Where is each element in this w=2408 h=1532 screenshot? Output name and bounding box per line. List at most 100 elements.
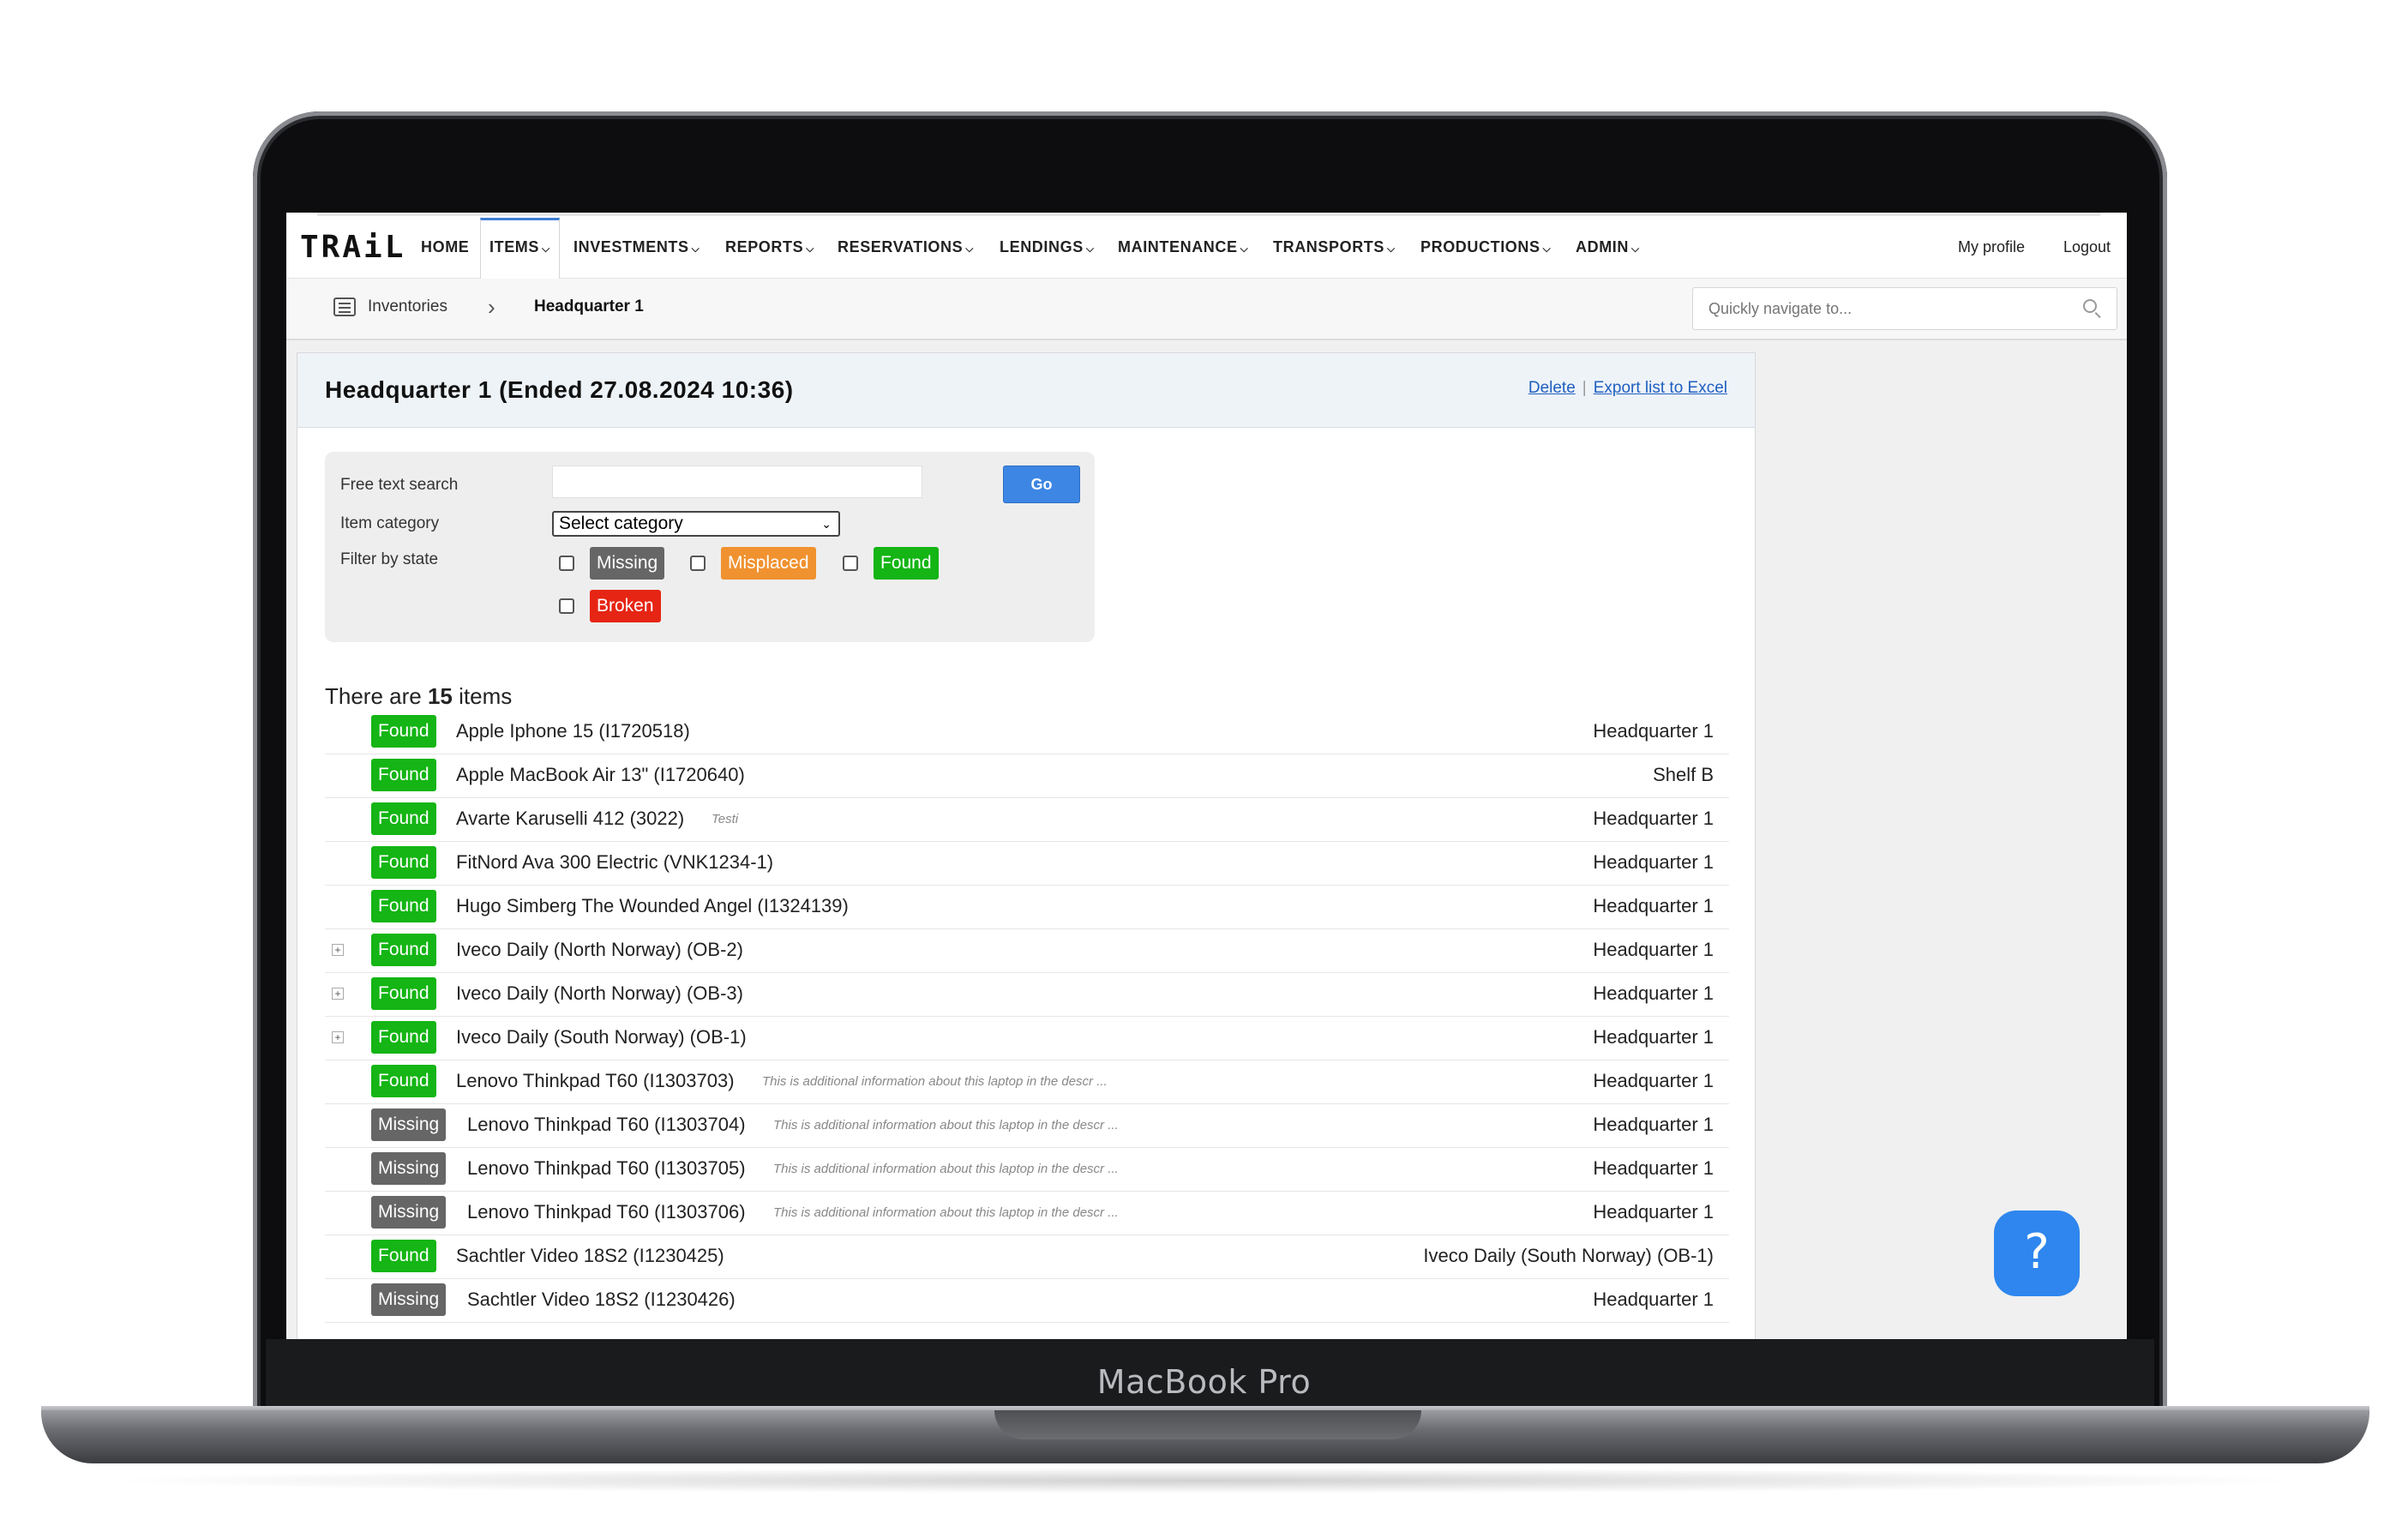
item-name-link[interactable]: Lenovo Thinkpad T60 (I1303705): [467, 1157, 746, 1180]
top-navigation: TRAiL HOME ITEMS ⌵ INVESTMENTS ⌵ REPORTS ⌵ …: [286, 213, 2127, 280]
misplaced-checkbox[interactable]: [690, 556, 706, 571]
chevron-down-icon: ⌵: [1085, 243, 1095, 255]
item-name-link[interactable]: Iveco Daily (South Norway) (OB-1): [456, 1026, 747, 1048]
count-value: 15: [427, 683, 453, 709]
list-item[interactable]: Missing Sachtler Video 18S2 (I1230426) Hea…: [325, 1278, 1729, 1323]
nav-transports-label: TRANSPORTS: [1273, 238, 1385, 255]
nav-items-label: ITEMS: [489, 238, 540, 255]
list-item[interactable]: Found Lenovo Thinkpad T60 (I1303703) This …: [325, 1060, 1729, 1104]
logout-link[interactable]: Logout: [2063, 233, 2111, 261]
breadcrumb-inventories[interactable]: Inventories: [368, 297, 447, 316]
item-name-link[interactable]: Sachtler Video 18S2 (I1230426): [467, 1289, 736, 1311]
chevron-down-icon: ⌵: [965, 243, 974, 255]
item-location: Headquarter 1: [1593, 939, 1714, 960]
status-badge: Found: [371, 1065, 436, 1097]
nav-home[interactable]: HOME: [421, 233, 469, 261]
status-badge: Found: [371, 802, 436, 835]
nav-reports[interactable]: REPORTS ⌵: [725, 233, 814, 261]
free-text-label: Free text search: [340, 476, 459, 494]
missing-checkbox[interactable]: [559, 556, 574, 571]
nav-reports-label: REPORTS: [725, 238, 804, 255]
nav-admin[interactable]: ADMIN ⌵: [1576, 233, 1640, 261]
status-badge: Missing: [371, 1152, 447, 1185]
item-name-link[interactable]: Hugo Simberg The Wounded Angel (I1324139…: [456, 895, 849, 917]
nav-items[interactable]: ITEMS ⌵: [480, 218, 560, 280]
list-item[interactable]: Found Sachtler Video 18S2 (I1230425) Iveco…: [325, 1235, 1729, 1279]
nav-investments-label: INVESTMENTS: [573, 238, 689, 255]
list-item[interactable]: Found Hugo Simberg The Wounded Angel (I13…: [325, 885, 1729, 929]
list-item[interactable]: Missing Lenovo Thinkpad T60 (I1303706) Thi…: [325, 1191, 1729, 1235]
link-separator: |: [1582, 379, 1587, 397]
help-button[interactable]: ?: [1994, 1211, 2080, 1296]
top-line: [317, 213, 2100, 216]
list-item[interactable]: + Found Iveco Daily (North Norway) (OB-3) H…: [325, 972, 1729, 1017]
item-note: This is additional information about thi…: [773, 1118, 1119, 1132]
laptop-shadow: [94, 1468, 2315, 1493]
delete-link[interactable]: Delete: [1528, 379, 1576, 397]
nav-investments[interactable]: INVESTMENTS ⌵: [573, 233, 700, 261]
nav-productions[interactable]: PRODUCTIONS ⌵: [1420, 233, 1551, 261]
page-title: Headquarter 1 (Ended 27.08.2024 10:36): [325, 376, 794, 403]
search-icon[interactable]: [2083, 299, 2097, 313]
expand-icon[interactable]: +: [332, 1031, 344, 1043]
list-item[interactable]: Found Apple MacBook Air 13" (I1720640) She…: [325, 754, 1729, 798]
status-badge: Missing: [371, 1108, 447, 1141]
go-button[interactable]: Go: [1003, 466, 1080, 503]
list-item[interactable]: + Found Iveco Daily (South Norway) (OB-1) H…: [325, 1016, 1729, 1060]
item-category-label: Item category: [340, 514, 440, 532]
nav-transports[interactable]: TRANSPORTS ⌵: [1273, 233, 1396, 261]
chevron-down-icon: ⌵: [1631, 243, 1640, 255]
item-name-link[interactable]: FitNord Ava 300 Electric (VNK1234-1): [456, 851, 773, 874]
chevron-down-icon: ⌄: [821, 517, 832, 531]
item-name-link[interactable]: Iveco Daily (North Norway) (OB-3): [456, 982, 743, 1005]
found-checkbox[interactable]: [843, 556, 858, 571]
item-name-link[interactable]: Lenovo Thinkpad T60 (I1303706): [467, 1201, 746, 1223]
quick-navigate-input[interactable]: [1692, 287, 2117, 330]
status-badge: Found: [371, 1021, 436, 1054]
item-location: Headquarter 1: [1593, 1026, 1714, 1048]
list-icon: [333, 297, 356, 316]
item-location: Iveco Daily (South Norway) (OB-1): [1423, 1245, 1714, 1266]
expand-icon[interactable]: +: [332, 944, 344, 956]
expand-icon[interactable]: +: [332, 988, 344, 1000]
misplaced-tag: Misplaced: [721, 547, 816, 580]
list-item[interactable]: Missing Lenovo Thinkpad T60 (I1303705) Thi…: [325, 1147, 1729, 1192]
chevron-down-icon: ⌵: [1240, 243, 1249, 255]
broken-checkbox[interactable]: [559, 598, 574, 614]
list-item[interactable]: Missing Lenovo Thinkpad T60 (I1303704) Thi…: [325, 1103, 1729, 1148]
my-profile-link[interactable]: My profile: [1958, 233, 2025, 261]
free-text-search-input[interactable]: [552, 466, 922, 498]
export-excel-link[interactable]: Export list to Excel: [1594, 379, 1727, 397]
nav-lendings-label: LENDINGS: [1000, 238, 1084, 255]
nav-maintenance[interactable]: MAINTENANCE ⌵: [1118, 233, 1248, 261]
chevron-down-icon: ⌵: [542, 243, 550, 255]
device-label: MacBook Pro: [1096, 1363, 1312, 1401]
nav-reservations[interactable]: RESERVATIONS ⌵: [838, 233, 974, 261]
nav-admin-label: ADMIN: [1576, 238, 1629, 255]
status-badge: Found: [371, 715, 436, 748]
item-location: Headquarter 1: [1593, 1289, 1714, 1310]
status-badge: Found: [371, 759, 436, 791]
item-name-link[interactable]: Sachtler Video 18S2 (I1230425): [456, 1245, 724, 1267]
item-location: Headquarter 1: [1593, 720, 1714, 742]
item-name-link[interactable]: Avarte Karuselli 412 (3022): [456, 808, 684, 830]
trail-logo[interactable]: TRAiL: [300, 230, 405, 265]
item-category-value: Select category: [559, 514, 683, 533]
app-screen: TRAiL HOME ITEMS ⌵ INVESTMENTS ⌵ REPORTS ⌵ …: [286, 213, 2127, 1339]
list-item[interactable]: Found Avarte Karuselli 412 (3022) Testi Hea…: [325, 797, 1729, 842]
status-badge: Found: [371, 977, 436, 1010]
item-location: Headquarter 1: [1593, 851, 1714, 873]
chevron-down-icon: ⌵: [1542, 243, 1552, 255]
list-item[interactable]: Found FitNord Ava 300 Electric (VNK1234-1…: [325, 841, 1729, 886]
chevron-down-icon: ⌵: [806, 243, 814, 255]
item-name-link[interactable]: Lenovo Thinkpad T60 (I1303703): [456, 1070, 735, 1092]
item-category-select[interactable]: Select category ⌄: [552, 511, 840, 537]
item-name-link[interactable]: Lenovo Thinkpad T60 (I1303704): [467, 1114, 746, 1136]
item-note: This is additional information about thi…: [773, 1162, 1119, 1176]
item-name-link[interactable]: Apple MacBook Air 13" (I1720640): [456, 764, 745, 786]
list-item[interactable]: Found Apple Iphone 15 (I1720518) Headquart…: [325, 710, 1729, 754]
item-name-link[interactable]: Apple Iphone 15 (I1720518): [456, 720, 690, 742]
list-item[interactable]: + Found Iveco Daily (North Norway) (OB-2) H…: [325, 928, 1729, 973]
item-name-link[interactable]: Iveco Daily (North Norway) (OB-2): [456, 939, 743, 961]
nav-lendings[interactable]: LENDINGS ⌵: [1000, 233, 1095, 261]
